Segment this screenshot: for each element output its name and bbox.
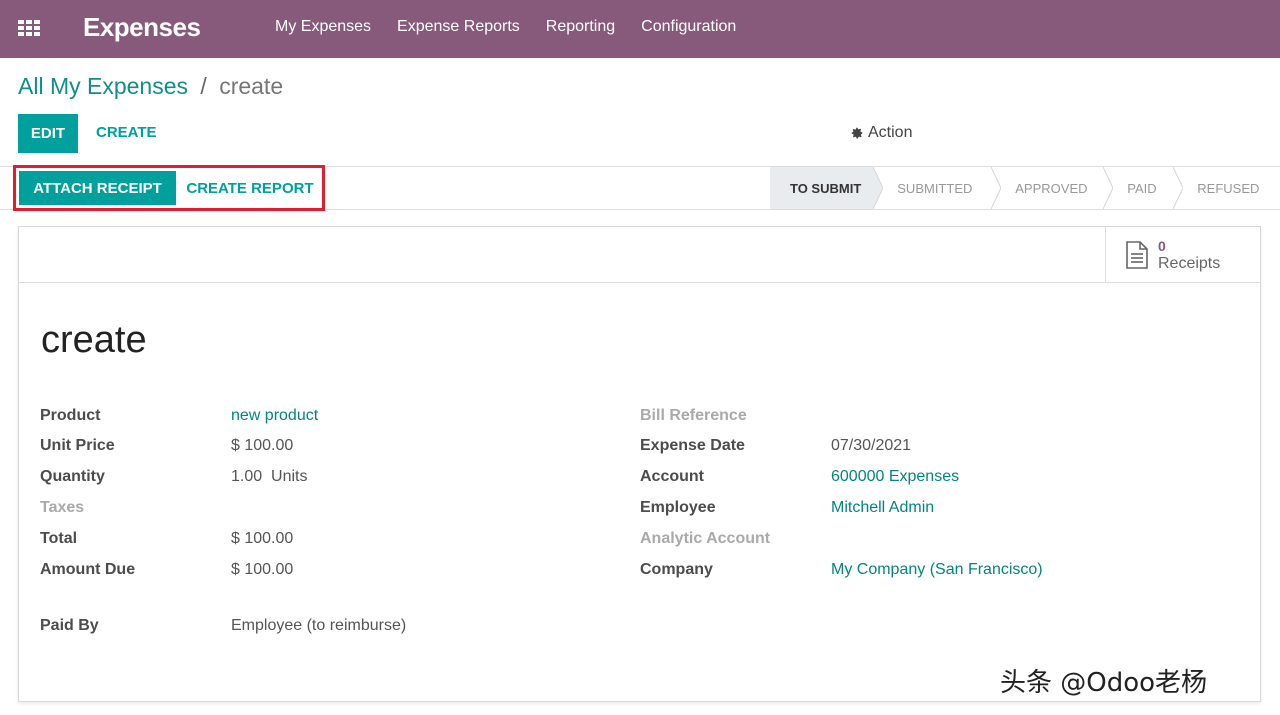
button-box: 0 Receipts [19, 227, 1260, 283]
field-label: Amount Due [40, 561, 136, 578]
field-bill-reference: Bill Reference [640, 407, 747, 425]
edit-button[interactable]: EDIT [18, 114, 78, 153]
field-label: Employee [640, 499, 716, 516]
receipts-count: 0 [1158, 238, 1166, 254]
field-label: Total [40, 530, 78, 547]
menu-reporting[interactable]: Reporting [546, 18, 615, 36]
field-quantity: Quantity [40, 468, 105, 486]
receipts-label: Receipts [1158, 255, 1221, 272]
account-value[interactable]: 600000 Expenses [831, 468, 959, 486]
field-expense-date: Expense Date [640, 437, 745, 455]
document-icon [1126, 241, 1148, 269]
field-employee: Employee [640, 499, 716, 517]
product-value[interactable]: new product [231, 407, 318, 425]
field-unit-price: Unit Price [40, 437, 115, 455]
receipts-smart-button[interactable]: 0 Receipts [1105, 227, 1260, 283]
main-menu: My Expenses Expense Reports Reporting Co… [275, 18, 762, 36]
form-sheet: 0 Receipts create Product new product Un… [18, 226, 1261, 702]
stage-approved[interactable]: APPROVED [991, 167, 1114, 209]
stage-label: APPROVED [1015, 180, 1088, 196]
stage-refused[interactable]: REFUSED [1173, 167, 1267, 209]
unit-price-value: $ 100.00 [231, 437, 294, 454]
field-label: Company [640, 561, 713, 578]
paid-by-value: Employee (to reimburse) [231, 617, 407, 634]
breadcrumb-separator: / [200, 73, 207, 99]
stage-arrow-icon [873, 167, 884, 209]
field-amount-due: Amount Due [40, 561, 135, 579]
field-label: Taxes [40, 499, 85, 516]
stage-submitted[interactable]: SUBMITTED [873, 167, 1002, 209]
stage-label: REFUSED [1197, 180, 1260, 196]
field-label: Unit Price [40, 437, 115, 454]
watermark: 头条 @Odoo老杨 [1000, 668, 1208, 698]
amount-due-value: $ 100.00 [231, 561, 294, 578]
field-label: Expense Date [640, 437, 745, 454]
menu-configuration[interactable]: Configuration [641, 18, 736, 36]
breadcrumb: All My Expenses / create [18, 73, 283, 100]
field-taxes: Taxes [40, 499, 84, 517]
top-navbar: Expenses My Expenses Expense Reports Rep… [0, 0, 1280, 58]
field-label: Account [640, 468, 704, 485]
quantity-value: 1.00 Units [231, 468, 308, 485]
field-paid-by: Paid By [40, 617, 99, 635]
menu-expense-reports[interactable]: Expense Reports [397, 18, 520, 36]
receipts-text: 0 Receipts [1158, 237, 1220, 273]
stage-arrow-icon [1173, 167, 1184, 209]
stage-label: SUBMITTED [897, 180, 973, 196]
stage-arrow-icon [1103, 167, 1114, 209]
create-button[interactable]: CREATE [96, 124, 157, 141]
breadcrumb-current: create [219, 73, 284, 99]
action-dropdown[interactable]: Action [850, 124, 912, 142]
expense-date-value: 07/30/2021 [831, 437, 912, 454]
field-analytic-account: Analytic Account [640, 530, 770, 548]
stage-label: PAID [1127, 180, 1157, 196]
stage-label: TO SUBMIT [790, 180, 862, 196]
stage-paid[interactable]: PAID [1103, 167, 1184, 209]
stage-to-submit[interactable]: TO SUBMIT [770, 167, 884, 209]
apps-grid-icon[interactable] [18, 20, 40, 36]
stage-pipeline: TO SUBMIT SUBMITTED APPROVED PAID REFUSE… [770, 167, 1267, 209]
record-title: create [41, 319, 147, 361]
field-label: Product [40, 407, 101, 424]
field-label: Paid By [40, 617, 99, 634]
breadcrumb-parent[interactable]: All My Expenses [18, 73, 188, 99]
gear-icon [851, 127, 863, 139]
field-label: Analytic Account [640, 530, 771, 547]
field-product: Product [40, 407, 100, 425]
field-label: Bill Reference [640, 407, 747, 424]
app-brand[interactable]: Expenses [83, 12, 201, 43]
stage-arrow-icon [991, 167, 1002, 209]
field-account: Account [640, 468, 704, 486]
action-label: Action [868, 124, 913, 141]
field-total: Total [40, 530, 77, 548]
field-label: Quantity [40, 468, 105, 485]
company-value[interactable]: My Company (San Francisco) [831, 561, 1043, 579]
menu-my-expenses[interactable]: My Expenses [275, 18, 371, 36]
highlight-annotation [13, 165, 325, 211]
total-value: $ 100.00 [231, 530, 294, 547]
field-company: Company [640, 561, 713, 579]
employee-value[interactable]: Mitchell Admin [831, 499, 934, 517]
